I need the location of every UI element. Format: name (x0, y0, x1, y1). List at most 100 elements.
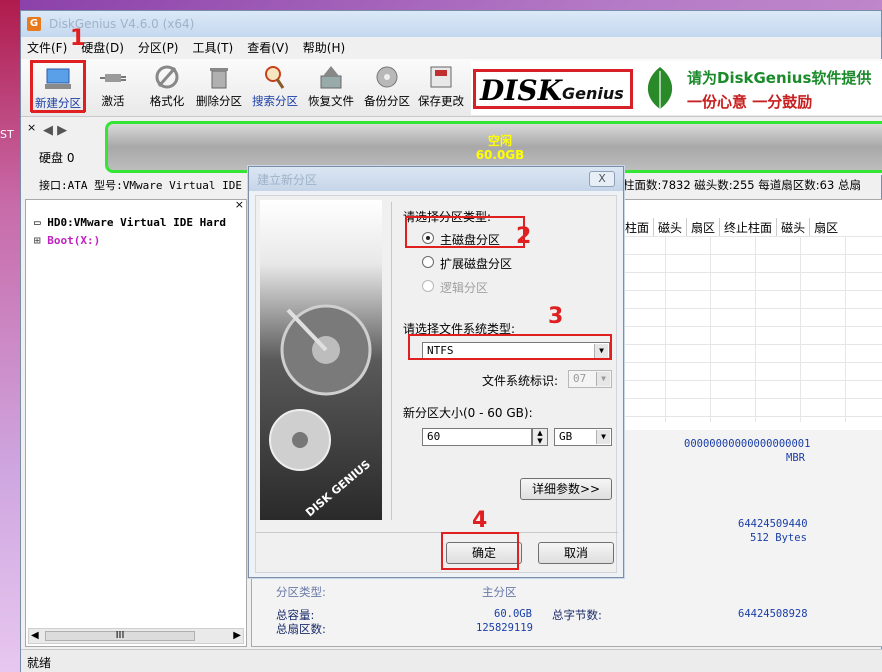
menu-help[interactable]: 帮助(H) (303, 39, 345, 56)
expand-icon[interactable]: ⊞ (34, 234, 47, 247)
horizontal-separator (256, 532, 618, 533)
chevron-down-icon: ▼ (596, 372, 610, 386)
menu-file[interactable]: 文件(F) (27, 39, 67, 56)
menu-partition[interactable]: 分区(P) (138, 39, 179, 56)
disk-label: 硬盘 0 (39, 151, 75, 165)
unit-value: GB (559, 430, 573, 443)
recover-files-button[interactable]: 恢复文件 (305, 61, 357, 113)
title-bar: G DiskGenius V4.6.0 (x64) (21, 11, 881, 37)
menu-bar: 文件(F) 硬盘(D) 分区(P) 工具(T) 查看(V) 帮助(H) (21, 37, 881, 57)
disk-nav-arrows-icon[interactable]: ◀ ▶ (43, 123, 67, 138)
status-text: 就绪 (27, 656, 52, 670)
pane-close-icon[interactable]: × (235, 198, 244, 211)
filesystem-id-value: 07 (573, 372, 587, 385)
save-changes-button[interactable]: 保存更改 (415, 61, 467, 113)
partition-grid (620, 236, 882, 422)
format-button[interactable]: 格式化 (141, 61, 193, 113)
backup-partition-label: 备份分区 (364, 94, 410, 108)
col-end-head: 磁头 (776, 218, 809, 236)
sectors-label: 总扇区数: (276, 622, 326, 636)
step-2-marker: 2 (516, 224, 532, 249)
highlight-box-filesystem (408, 334, 612, 360)
scroll-thumb[interactable]: III (45, 631, 195, 641)
magnifier-icon (261, 63, 289, 91)
col-head: 磁头 (653, 218, 686, 236)
free-space-size: 60.0GB (475, 148, 525, 162)
banner-line-1: 请为DiskGenius软件提供 (687, 69, 872, 87)
capacity-value: 60.0GB (494, 608, 532, 620)
col-cylinder: 柱面 (620, 218, 653, 236)
size-input[interactable]: 60 (422, 428, 532, 446)
highlight-box-ok (441, 532, 519, 570)
col-end-sector: 扇区 (809, 218, 842, 236)
disk-tree-pane: × ▭ HD0:VMware Virtual IDE Hard ⊞ Boot(X… (25, 198, 247, 647)
logical-partition-radio (422, 280, 434, 292)
close-icon[interactable]: × (27, 121, 36, 134)
search-partition-label: 搜索分区 (252, 94, 298, 108)
status-bar: 就绪 (21, 649, 882, 672)
toolbar: 新建分区 激活 格式化 删除分区 搜索分区 恢复文件 备份分区 保存更改 DIS… (21, 59, 882, 117)
desktop-background: ST (0, 0, 20, 672)
tree-boot-label: Boot(X:) (47, 234, 101, 247)
tree-item-boot[interactable]: ⊞ Boot(X:) (34, 234, 100, 247)
unit-select[interactable]: GB ▼ (554, 428, 612, 446)
diskgenius-logo: DISK Genius (473, 69, 633, 109)
step-3-marker: 3 (548, 304, 564, 329)
recover-icon (317, 63, 345, 91)
logical-partition-label: 逻辑分区 (440, 281, 489, 295)
step-4-marker: 4 (472, 508, 488, 533)
delete-partition-button[interactable]: 删除分区 (193, 61, 245, 113)
cancel-button[interactable]: 取消 (538, 542, 614, 564)
scroll-right-icon[interactable]: ▶ (233, 630, 241, 641)
details-button[interactable]: 详细参数>> (520, 478, 612, 500)
activate-label: 激活 (101, 94, 125, 108)
hdd-icon: ▭ (34, 216, 48, 229)
partition-type-value: 主分区 (482, 585, 517, 599)
partition-type-label: 分区类型: (276, 585, 326, 599)
banner-ad[interactable]: DISK Genius 请为DiskGenius软件提供 一份心意 一分鼓励 (471, 61, 882, 115)
dialog-close-button[interactable]: X (589, 171, 615, 187)
free-space-label: 空闲 (487, 134, 512, 148)
chevron-down-icon[interactable]: ▼ (596, 430, 610, 444)
menu-disk[interactable]: 硬盘(D) (81, 39, 124, 56)
spin-up-icon[interactable]: ▲ (533, 429, 547, 437)
size-spinner[interactable]: ▲ ▼ (532, 428, 548, 446)
recover-files-label: 恢复文件 (308, 94, 354, 108)
save-icon (427, 63, 455, 91)
dialog-title: 建立新分区 (249, 167, 623, 191)
col-end-cylinder: 终止柱面 (719, 218, 776, 236)
desktop-text: ST (0, 128, 14, 141)
format-label: 格式化 (149, 94, 185, 108)
tree-item-disk[interactable]: ▭ HD0:VMware Virtual IDE Hard (34, 216, 226, 229)
extended-partition-radio[interactable] (422, 256, 434, 268)
tree-disk-label: HD0:VMware Virtual IDE Hard (47, 216, 227, 229)
vertical-separator (391, 202, 392, 520)
banner-line-2: 一份心意 一分鼓励 (687, 93, 813, 111)
activate-button[interactable]: 激活 (87, 61, 139, 113)
mbr-value: MBR (786, 452, 805, 464)
backup-partition-button[interactable]: 备份分区 (361, 61, 413, 113)
delete-partition-label: 删除分区 (196, 94, 242, 108)
extended-partition-label[interactable]: 扩展磁盘分区 (440, 255, 512, 272)
total-bytes-value: 64424508928 (738, 608, 808, 620)
search-partition-button[interactable]: 搜索分区 (249, 61, 301, 113)
step-1-marker: 1 (70, 26, 86, 51)
sector-size-value: 512 Bytes (750, 532, 807, 544)
sectors-value: 125829119 (476, 622, 533, 634)
col-sector: 扇区 (686, 218, 719, 236)
horizontal-scrollbar[interactable]: ◀ III ▶ (28, 628, 244, 644)
total-bytes-label: 总字节数: (552, 608, 602, 622)
filesystem-id-select: 07 ▼ (568, 370, 612, 388)
filesystem-id-label: 文件系统标识: (482, 374, 559, 388)
save-changes-label: 保存更改 (418, 94, 464, 108)
highlight-box-primary (405, 216, 525, 248)
plug-icon (99, 63, 127, 91)
dialog-body: DISK GENIUS 请选择分区类型: 主磁盘分区 扩展磁盘分区 逻辑分区 请… (255, 195, 618, 573)
app-logo-icon: G (27, 17, 41, 31)
menu-tools[interactable]: 工具(T) (193, 39, 234, 56)
spin-down-icon[interactable]: ▼ (533, 437, 547, 445)
scroll-left-icon[interactable]: ◀ (31, 630, 39, 641)
menu-view[interactable]: 查看(V) (247, 39, 289, 56)
size-value: 60 (427, 430, 441, 443)
bytes-value: 64424509440 (738, 518, 808, 530)
